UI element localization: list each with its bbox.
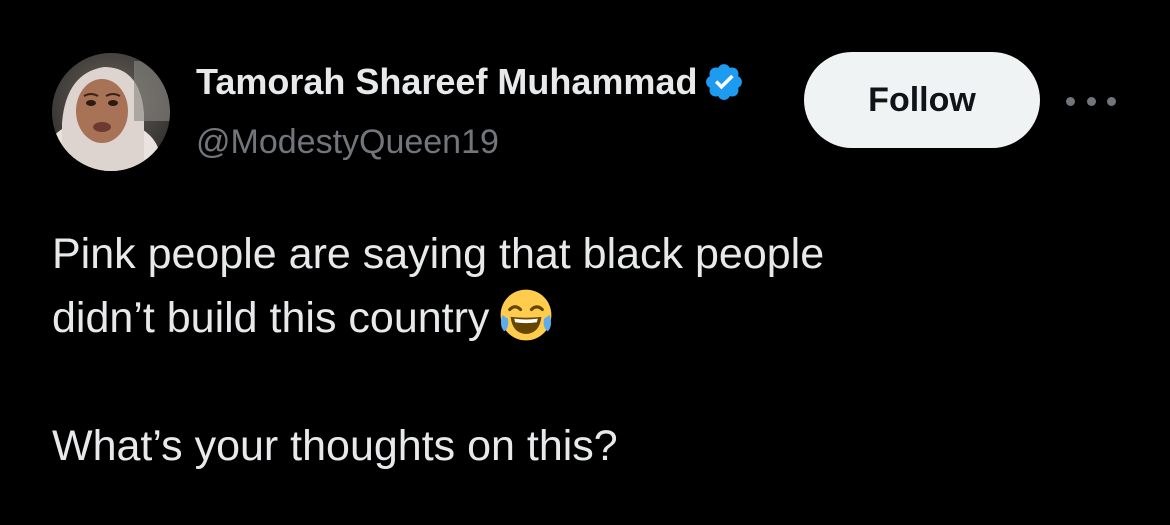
verified-badge-icon: [703, 61, 745, 103]
tweet-text: Pink people are saying that black people…: [52, 222, 1132, 478]
face-with-tears-of-joy-icon: [497, 286, 555, 344]
tweet-line: What’s your thoughts on this?: [52, 422, 618, 470]
avatar-image: [52, 53, 170, 171]
follow-button[interactable]: Follow: [804, 52, 1040, 148]
more-dot: [1107, 96, 1116, 106]
author-avatar[interactable]: [52, 53, 170, 171]
tweet-line: Pink people are saying that black people: [52, 230, 825, 278]
tweet-line: didn’t build this country: [52, 286, 1132, 350]
more-horizontal-icon[interactable]: [1066, 86, 1116, 116]
more-dot: [1066, 96, 1075, 106]
author-handle[interactable]: @ModestyQueen19: [196, 120, 499, 164]
more-dot: [1086, 96, 1096, 106]
tweet-line-text: didn’t build this country: [52, 294, 490, 342]
author-name-row: Tamorah Shareef Muhammad: [196, 60, 745, 104]
author-display-name[interactable]: Tamorah Shareef Muhammad: [196, 60, 697, 104]
tweet-card: Tamorah Shareef Muhammad @ModestyQueen19…: [0, 0, 1170, 525]
